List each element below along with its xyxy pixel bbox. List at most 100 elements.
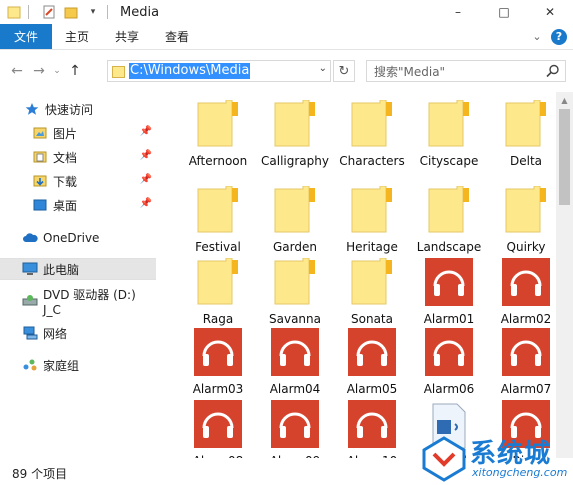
desktop-icon xyxy=(32,197,48,213)
nav-this-pc[interactable]: 此电脑 xyxy=(0,258,156,280)
customize-qat-icon[interactable]: ▾ xyxy=(85,4,101,20)
computer-icon xyxy=(22,261,38,277)
file-item[interactable]: Quirky xyxy=(490,185,562,256)
folder-icon xyxy=(350,99,394,148)
nav-downloads[interactable]: 下载 📌 xyxy=(0,170,156,192)
folder-icon xyxy=(196,257,240,306)
nav-pictures[interactable]: 图片 📌 xyxy=(0,122,156,144)
pin-icon[interactable]: 📌 xyxy=(140,126,152,137)
folder-icon xyxy=(273,257,317,306)
address-bar[interactable]: C:\Windows\Media ⌄ xyxy=(107,60,331,82)
tab-home[interactable]: 主页 xyxy=(52,24,102,49)
file-name: Alarm04 xyxy=(269,382,321,396)
nav-quick-access[interactable]: 快速访问 xyxy=(0,98,156,120)
file-name: Alarm01 xyxy=(423,312,475,326)
headphones-icon xyxy=(425,328,473,376)
file-item[interactable]: Alarm07 xyxy=(490,328,562,398)
file-item[interactable]: Alarm02 xyxy=(490,258,562,328)
folder-icon xyxy=(273,185,317,234)
tab-share[interactable]: 共享 xyxy=(102,24,152,49)
nav-onedrive[interactable]: OneDrive xyxy=(0,227,156,249)
file-item[interactable]: Alarm08 xyxy=(182,400,254,458)
file-item[interactable]: Cityscape xyxy=(413,99,485,170)
cloud-icon xyxy=(22,230,38,246)
file-name: Alarm08 xyxy=(176,454,260,458)
pin-icon[interactable]: 📌 xyxy=(140,174,152,185)
file-item[interactable]: Garden xyxy=(259,185,331,256)
search-input[interactable]: 搜索"Media" xyxy=(366,60,566,82)
file-item[interactable]: Alarm04 xyxy=(259,328,331,398)
file-item[interactable]: Landscape xyxy=(413,185,485,256)
tab-file[interactable]: 文件 xyxy=(0,24,53,49)
expand-ribbon-icon[interactable]: ⌄ xyxy=(527,27,547,47)
headphones-icon xyxy=(502,258,550,306)
divider xyxy=(107,5,108,19)
pin-icon[interactable]: 📌 xyxy=(140,150,152,161)
nav-dvd-drive[interactable]: DVD 驱动器 (D:) J_C xyxy=(0,288,156,317)
recent-locations-icon[interactable]: ⌄ xyxy=(50,60,64,82)
file-item[interactable]: Heritage xyxy=(336,185,408,256)
file-item[interactable]: Festival xyxy=(182,185,254,256)
file-item[interactable]: Alarm10 xyxy=(336,400,408,458)
folder-icon xyxy=(350,257,394,306)
file-item[interactable]: Alarm01 xyxy=(413,258,485,328)
refresh-button[interactable]: ↻ xyxy=(333,60,355,82)
watermark-text: 系统城 xyxy=(470,439,552,469)
nav-homegroup[interactable]: 家庭组 xyxy=(0,354,156,376)
file-item[interactable]: Calligraphy xyxy=(259,99,331,170)
scrollbar-thumb[interactable] xyxy=(559,109,570,205)
address-path[interactable]: C:\Windows\Media xyxy=(129,63,251,79)
folder-icon xyxy=(6,4,22,20)
file-item[interactable]: Alarm03 xyxy=(182,328,254,398)
back-button[interactable]: ← xyxy=(6,60,28,82)
nav-network[interactable]: 网络 xyxy=(0,322,156,344)
file-name: Calligraphy xyxy=(261,154,329,168)
search-icon[interactable] xyxy=(545,63,561,79)
headphones-icon xyxy=(271,400,319,448)
headphones-icon xyxy=(502,328,550,376)
nav-desktop[interactable]: 桌面 📌 xyxy=(0,194,156,216)
file-item[interactable]: Alarm09 xyxy=(259,400,331,458)
forward-button[interactable]: → xyxy=(28,60,50,82)
properties-icon[interactable] xyxy=(41,4,57,20)
close-button[interactable]: ✕ xyxy=(527,0,573,24)
pin-icon[interactable]: 📌 xyxy=(140,198,152,209)
nav-label: 文档 xyxy=(53,150,78,165)
new-folder-icon[interactable] xyxy=(63,4,79,20)
file-item[interactable]: Alarm05 xyxy=(336,328,408,398)
nav-label: 图片 xyxy=(53,126,78,141)
nav-documents[interactable]: 文档 📌 xyxy=(0,146,156,168)
file-name: Savanna xyxy=(269,312,321,326)
file-name: Alarm03 xyxy=(192,382,244,396)
minimize-button[interactable]: – xyxy=(435,0,481,24)
search-placeholder: 搜索"Media" xyxy=(374,64,446,79)
nav-label: 家庭组 xyxy=(43,358,80,373)
chevron-down-icon[interactable]: ⌄ xyxy=(319,63,327,74)
maximize-button[interactable]: □ xyxy=(481,0,527,24)
vertical-scrollbar[interactable]: ▲ xyxy=(556,92,573,458)
headphones-icon xyxy=(348,400,396,448)
folder-icon xyxy=(504,99,548,148)
file-item[interactable]: Characters xyxy=(336,99,408,170)
up-button[interactable]: ↑ xyxy=(64,60,86,82)
watermark-subtext: xitongcheng.com xyxy=(472,466,568,479)
downloads-icon xyxy=(32,173,48,189)
ribbon-tabs: 文件 主页 共享 查看 ⌄ ? xyxy=(0,24,573,50)
file-name: Characters xyxy=(339,154,405,168)
headphones-icon xyxy=(194,400,242,448)
file-item[interactable]: Sonata xyxy=(336,257,408,328)
folder-icon xyxy=(504,185,548,234)
file-item[interactable]: Alarm06 xyxy=(413,328,485,398)
window-controls: – □ ✕ xyxy=(435,0,573,24)
file-item[interactable]: Delta xyxy=(490,99,562,170)
help-icon[interactable]: ? xyxy=(551,28,567,45)
file-item[interactable]: Afternoon xyxy=(182,99,254,170)
tab-view[interactable]: 查看 xyxy=(152,24,202,49)
ribbon-right: ⌄ ? xyxy=(527,24,573,49)
file-name: Alarm06 xyxy=(423,382,475,396)
scroll-up-icon[interactable]: ▲ xyxy=(556,92,573,109)
title-bar: ▾ Media – □ ✕ xyxy=(0,0,573,24)
file-item[interactable]: Raga xyxy=(182,257,254,328)
nav-label: 此电脑 xyxy=(43,262,80,277)
file-item[interactable]: Savanna xyxy=(259,257,331,328)
